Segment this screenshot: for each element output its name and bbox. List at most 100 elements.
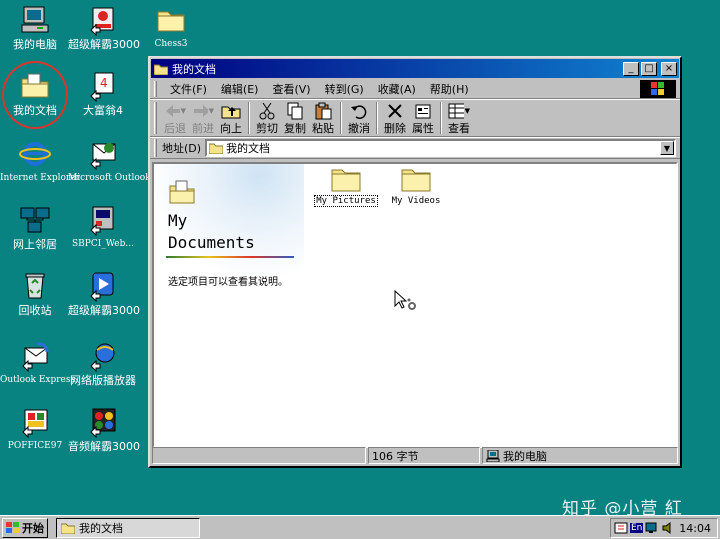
folder-icon [331,166,361,192]
explorer-window: 我的文档 _ □ × 文件(F) 编辑(E) 查看(V) 转到(G) 收藏(A)… [148,56,682,468]
up-button[interactable]: 向上 [217,102,245,136]
webview-title-line2: Documents [168,233,255,252]
player-app-icon [87,270,119,303]
desktop-icon-richman4[interactable]: 4 大富翁4 [68,70,138,117]
forward-label: 前进 [192,122,214,135]
player-app-icon [87,4,119,37]
network-icon [19,204,51,236]
desktop-icon-network-player[interactable]: 网络版播放器 [68,340,138,387]
desktop-icon-my-computer[interactable]: 我的电脑 [0,4,70,51]
my-documents-folder-icon [19,70,51,102]
cut-label: 剪切 [256,122,278,135]
minimize-button[interactable]: _ [623,61,639,76]
cut-button[interactable]: 剪切 [253,102,281,136]
address-input[interactable]: 我的文档 ▼ [205,139,676,157]
undo-button[interactable]: 撤消 [345,102,373,136]
delete-button[interactable]: 删除 [381,102,409,136]
busy-cursor-icon [394,289,420,317]
desktop-icon-label: 网上邻居 [13,238,57,251]
webview-description: 选定项目可以查看其说明。 [168,277,288,288]
copy-button[interactable]: 复制 [281,102,309,136]
back-arrow-icon [166,105,180,117]
sound-card-icon [87,204,119,237]
back-button[interactable]: ▼ 后退 [161,102,189,136]
paste-button[interactable]: 粘贴 [309,102,337,136]
close-button[interactable]: × [661,61,677,76]
address-label: 地址(D) [162,142,202,155]
address-bar: 地址(D) 我的文档 ▼ [150,137,680,159]
audio-app-icon [87,406,119,439]
up-label: 向上 [220,122,242,135]
status-location-label: 我的电脑 [503,449,547,463]
back-label: 后退 [164,122,186,135]
start-button[interactable]: 开始 [2,517,48,538]
desktop-icon-internet-explorer[interactable]: Internet Explorer [0,138,80,183]
menubar-grip[interactable] [154,80,157,97]
addressbar-grip[interactable] [154,139,157,157]
status-panel-main [152,447,366,464]
menu-help[interactable]: 帮助(H) [423,81,476,97]
folder-item-my-videos[interactable]: My Videos [376,166,456,206]
windows-logo-icon [6,521,20,534]
menu-bar: 文件(F) 编辑(E) 查看(V) 转到(G) 收藏(A) 帮助(H) [150,79,680,99]
folder-icon [209,142,224,154]
title-bar[interactable]: 我的文档 _ □ × [151,59,679,78]
desktop-icon-superdecoder-2[interactable]: 超级解霸3000 [68,270,140,317]
scissors-icon [259,102,275,120]
paste-label: 粘贴 [312,122,334,135]
desktop-icon-my-documents[interactable]: 我的文档 [0,70,70,117]
forward-button[interactable]: ▼ 前进 [189,102,217,136]
maximize-button[interactable]: □ [641,61,657,76]
undo-icon [351,105,367,119]
folder-icon [155,4,187,36]
address-dropdown-button[interactable]: ▼ [660,141,674,155]
richman-game-icon: 4 [87,70,119,103]
input-method-icon[interactable] [614,521,628,535]
desktop-icon-network-neighborhood[interactable]: 网上邻居 [0,204,70,251]
taskbar-window-label: 我的文档 [79,521,123,535]
desktop-icon-label: Microsoft Outlook [68,173,151,183]
menu-view[interactable]: 查看(V) [265,81,317,97]
desktop-icon-superdecoder[interactable]: 超级解霸3000 [68,4,140,51]
status-bar: 106 字节 我的电脑 [152,447,678,464]
desktop-icon-chess3[interactable]: Chess3 [136,4,206,49]
clock[interactable]: 14:04 [679,522,711,535]
folder-icon [153,63,169,75]
folder-icon [401,166,431,192]
language-indicator[interactable]: En [630,523,644,533]
desktop-icon-sbpci-web[interactable]: SBPCI_Web... [68,204,138,249]
toolbar-grip[interactable] [154,102,157,134]
desktop-icon-recycle-bin[interactable]: 回收站 [0,270,70,317]
forward-arrow-icon [194,105,208,117]
desktop-icon-label: 超级解霸3000 [68,304,140,317]
views-button[interactable]: ▼ 查看 [445,102,473,136]
system-tray: En 14:04 [610,518,718,538]
desktop-icon-microsoft-outlook[interactable]: Microsoft Outlook [68,138,151,183]
desktop-icon-audio-decoder[interactable]: 音频解霸3000 [68,406,140,453]
network-tray-icon[interactable] [645,521,659,535]
start-label: 开始 [22,521,44,535]
webview-divider [166,256,294,258]
webview-title-line1: My [168,211,188,230]
desktop-icon-label: 超级解霸3000 [68,38,140,51]
toolbar-separator [376,102,378,134]
desktop-icon-outlook-express[interactable]: Outlook Express [0,340,75,385]
desktop-icon-label: Chess3 [154,39,188,49]
svg-text:4: 4 [100,76,108,90]
views-label: 查看 [448,122,470,135]
volume-icon[interactable] [661,521,675,535]
folder-item-my-pictures[interactable]: My Pictures [306,166,386,207]
copy-label: 复制 [284,122,306,135]
status-size: 106 字节 [368,447,480,464]
network-player-icon [87,340,119,373]
menu-edit[interactable]: 编辑(E) [214,81,266,97]
menu-favorites[interactable]: 收藏(A) [371,81,423,97]
toolbar-separator [248,102,250,134]
menu-go[interactable]: 转到(G) [318,81,371,97]
properties-button[interactable]: 属性 [409,102,437,136]
menu-file[interactable]: 文件(F) [163,81,214,97]
desktop-icon-label: 音频解霸3000 [68,440,140,453]
taskbar-window-button[interactable]: 我的文档 [56,517,200,538]
standard-toolbar: ▼ 后退 ▼ 前进 向上 剪切 复制 粘贴 撤消 删除 属性 ▼ 查看 [150,99,680,137]
desktop-icon-poffice97[interactable]: POFFICE97 [0,406,70,451]
